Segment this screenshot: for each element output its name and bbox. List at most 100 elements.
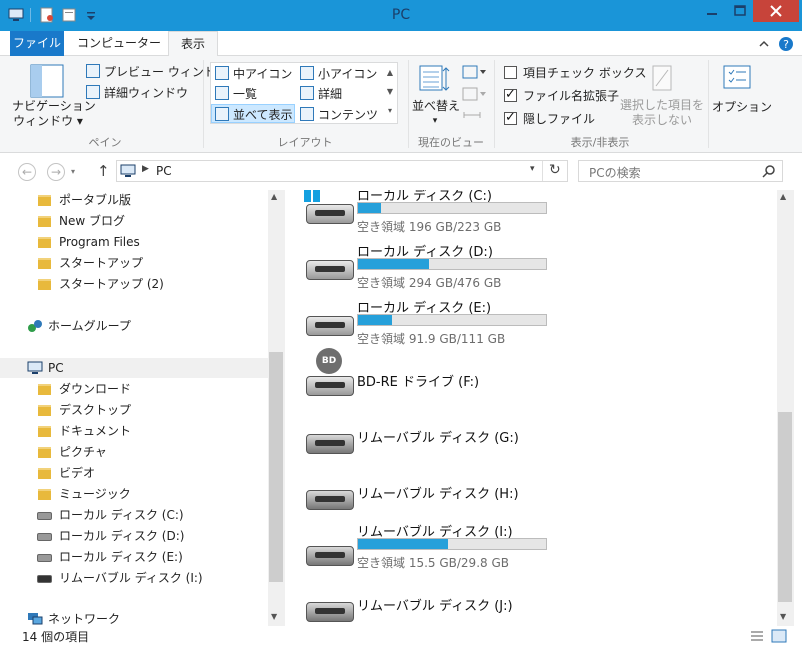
item-checkboxes-checkbox[interactable] <box>504 66 517 79</box>
hide-selected-label-2: 表示しない <box>631 113 692 127</box>
layout-details[interactable]: 詳細 <box>318 85 342 102</box>
properties-icon[interactable] <box>39 7 55 23</box>
nav-item-drive-d[interactable]: ローカル ディスク (D:) <box>0 526 268 546</box>
add-columns-icon[interactable] <box>462 86 488 102</box>
new-folder-icon[interactable] <box>61 7 77 23</box>
nav-item-pc[interactable]: PC <box>0 358 268 378</box>
tab-file[interactable]: ファイル <box>10 31 64 56</box>
layout-small-icons[interactable]: 小アイコン <box>318 65 377 82</box>
drive-tile[interactable]: リムーバブル ディスク (J:) <box>300 572 780 622</box>
content-scrollbar[interactable]: ▲ ▼ <box>777 190 794 626</box>
sort-by-icon <box>419 65 450 91</box>
computer-icon[interactable] <box>8 7 24 23</box>
bd-drive-icon <box>306 376 354 396</box>
recent-locations-icon[interactable]: ▾ <box>71 167 75 176</box>
nav-item-new-blog[interactable]: New ブログ <box>0 211 268 231</box>
hide-selected-button[interactable]: 選択した項目を 表示しない <box>620 98 704 128</box>
drive-tile[interactable]: ローカル ディスク (D:) 空き領域 294 GB/476 GB <box>300 236 780 290</box>
nav-item-program-files[interactable]: Program Files <box>0 232 268 252</box>
nav-item-music[interactable]: ミュージック <box>0 484 268 504</box>
navigation-pane[interactable]: ポータブル版 New ブログ Program Files スタートアップ スター… <box>0 190 285 626</box>
nav-item-startup[interactable]: スタートアップ <box>0 253 268 273</box>
drive-name: BD-RE ドライブ (F:) <box>357 375 480 390</box>
nav-item-label: ホームグループ <box>48 319 131 333</box>
up-arrow-icon[interactable]: ↑ <box>97 162 110 180</box>
group-by-icon[interactable] <box>462 64 488 80</box>
layout-gallery-scroll[interactable]: ▲ ▼ ▾ <box>383 63 397 123</box>
back-button[interactable]: ← <box>18 163 36 181</box>
details-view-icon[interactable] <box>750 630 764 642</box>
drive-tile[interactable]: BD BD-RE ドライブ (F:) <box>300 348 780 398</box>
nav-item-downloads[interactable]: ダウンロード <box>0 379 268 399</box>
nav-item-startup-2[interactable]: スタートアップ (2) <box>0 274 268 294</box>
file-extensions-checkbox[interactable] <box>504 87 517 102</box>
help-icon[interactable]: ? <box>778 36 794 52</box>
removable-drive-icon <box>306 434 354 454</box>
options-button[interactable]: オプション <box>712 98 772 115</box>
forward-button[interactable]: → <box>47 163 65 181</box>
nav-pane-scrollbar[interactable]: ▲ ▼ <box>268 190 285 626</box>
nav-item-label: ポータブル版 <box>59 193 132 207</box>
nav-item-pictures[interactable]: ピクチャ <box>0 442 268 462</box>
scroll-down-icon[interactable]: ▼ <box>780 612 786 621</box>
drive-tile[interactable]: ローカル ディスク (C:) 空き領域 196 GB/223 GB <box>300 190 780 234</box>
content-pane[interactable]: ローカル ディスク (C:) 空き領域 196 GB/223 GB ローカル ディス… <box>285 190 802 626</box>
nav-item-homegroup[interactable]: ホームグループ <box>0 316 268 336</box>
ribbon-separator <box>203 60 204 148</box>
address-input[interactable]: ▶ PC ▾ ↻ <box>116 160 568 182</box>
scroll-down-icon[interactable]: ▼ <box>271 612 277 621</box>
nav-item-label: Program Files <box>59 235 140 249</box>
collapse-ribbon-icon[interactable] <box>758 38 770 50</box>
drive-tile[interactable]: リムーバブル ディスク (I:) 空き領域 15.5 GB/29.8 GB <box>300 516 780 570</box>
drive-tile[interactable]: リムーバブル ディスク (G:) <box>300 404 780 454</box>
nav-item-drive-i[interactable]: リムーバブル ディスク (I:) <box>0 568 268 588</box>
layout-medium-icons[interactable]: 中アイコン <box>233 65 292 82</box>
downloads-folder-icon <box>38 384 51 395</box>
large-icons-view-icon[interactable] <box>771 629 787 643</box>
close-button[interactable] <box>753 0 799 22</box>
nav-item-label: ビデオ <box>59 466 96 480</box>
tab-view[interactable]: 表示 <box>168 31 218 57</box>
item-checkboxes-label[interactable]: 項目チェック ボックス <box>523 64 646 81</box>
address-dropdown-icon[interactable]: ▾ <box>530 164 535 174</box>
videos-folder-icon <box>38 468 51 479</box>
hidden-items-label[interactable]: 隠しファイル <box>523 110 595 127</box>
nav-item-desktop[interactable]: デスクトップ <box>0 400 268 420</box>
drive-tile[interactable]: リムーバブル ディスク (H:) <box>300 460 780 510</box>
qat-dropdown-icon[interactable] <box>83 7 99 23</box>
layout-content[interactable]: コンテンツ <box>318 106 378 123</box>
title-bar[interactable]: PC <box>0 0 802 31</box>
navigation-pane-button[interactable]: ナビゲーション ウィンドウ ▾ <box>12 99 96 129</box>
refresh-icon[interactable]: ↻ <box>549 162 561 178</box>
free-space-text: 空き領域 91.9 GB/111 GB <box>357 332 506 346</box>
nav-item-videos[interactable]: ビデオ <box>0 463 268 483</box>
details-pane-button[interactable]: 詳細ウィンドウ <box>104 84 188 101</box>
tab-computer[interactable]: コンピューター <box>77 31 161 56</box>
nav-item-drive-e[interactable]: ローカル ディスク (E:) <box>0 547 268 567</box>
nav-scroll-thumb[interactable] <box>269 352 283 582</box>
sort-by-button[interactable]: 並べ替え ▾ <box>412 99 460 129</box>
search-input[interactable]: PCの検索 <box>578 160 783 182</box>
search-icon[interactable] <box>762 164 776 178</box>
minimize-button[interactable] <box>697 0 727 22</box>
scroll-up-icon[interactable]: ▲ <box>780 192 786 201</box>
capacity-bar-fill <box>358 539 449 549</box>
content-icon <box>300 107 314 121</box>
drive-tile[interactable]: ローカル ディスク (E:) 空き領域 91.9 GB/111 GB <box>300 292 780 346</box>
maximize-button[interactable] <box>727 0 753 22</box>
hidden-items-checkbox[interactable] <box>504 110 517 125</box>
layout-list[interactable]: 一覧 <box>233 85 257 102</box>
search-placeholder: PCの検索 <box>589 166 641 180</box>
nav-item-documents[interactable]: ドキュメント <box>0 421 268 441</box>
file-extensions-label[interactable]: ファイル名拡張子 <box>523 87 619 104</box>
content-scroll-thumb[interactable] <box>778 412 792 602</box>
breadcrumb-chevron-icon[interactable]: ▶ <box>142 164 149 174</box>
nav-item-portable[interactable]: ポータブル版 <box>0 190 268 210</box>
breadcrumb-pc[interactable]: PC <box>156 164 172 178</box>
scroll-up-icon[interactable]: ▲ <box>271 192 277 201</box>
preview-pane-icon <box>86 64 100 78</box>
layout-tiles[interactable]: 並べて表示 <box>233 106 293 123</box>
removable-drive-icon <box>306 602 354 622</box>
computer-icon <box>27 361 43 374</box>
nav-item-drive-c[interactable]: ローカル ディスク (C:) <box>0 505 268 525</box>
